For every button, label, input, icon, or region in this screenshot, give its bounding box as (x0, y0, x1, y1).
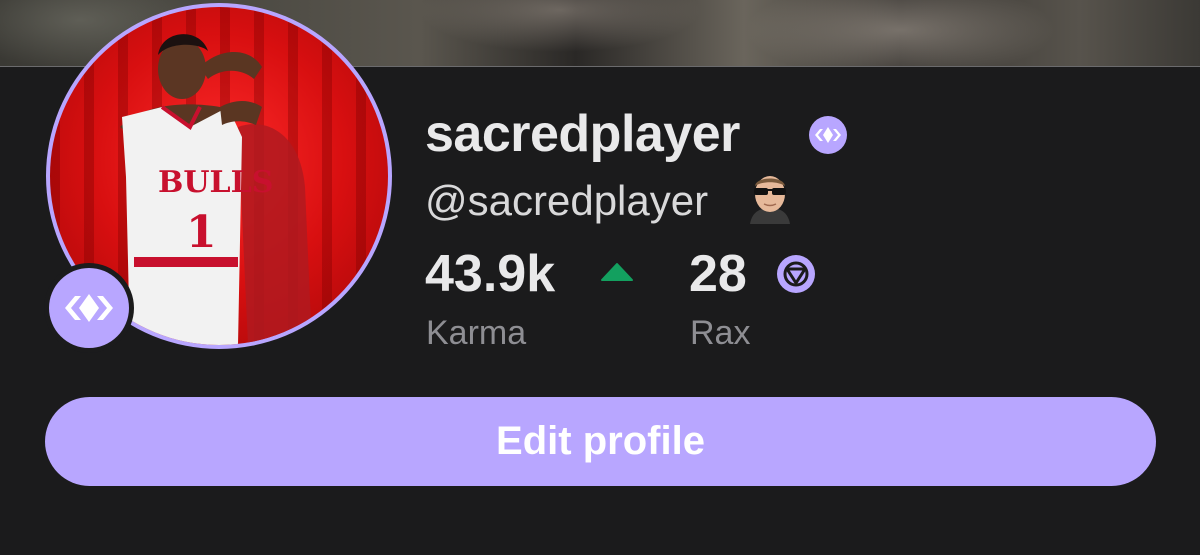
trend-up-icon (600, 262, 634, 287)
verified-diamond-icon[interactable] (808, 115, 848, 160)
diamond-badge[interactable] (49, 268, 129, 348)
karma-value: 43.9k (425, 245, 556, 303)
display-name: sacredplayer (425, 105, 740, 163)
username-handle: @sacredplayer (425, 177, 709, 224)
rax-label: Rax (690, 314, 751, 352)
rax-coin-icon[interactable] (776, 254, 816, 299)
svg-text:1: 1 (186, 207, 217, 258)
sunglasses-face-avatar[interactable] (742, 168, 798, 224)
rax-value: 28 (689, 245, 747, 303)
svg-text:BULLS: BULLS (158, 165, 273, 200)
diamond-badge-icon (65, 294, 113, 322)
profile-screen: BULLS 1 sacredplayer @sacredplayer 43.9k… (0, 0, 1200, 555)
karma-label: Karma (426, 314, 527, 352)
edit-profile-button[interactable]: Edit profile (45, 397, 1156, 486)
edit-profile-label: Edit profile (496, 419, 705, 463)
